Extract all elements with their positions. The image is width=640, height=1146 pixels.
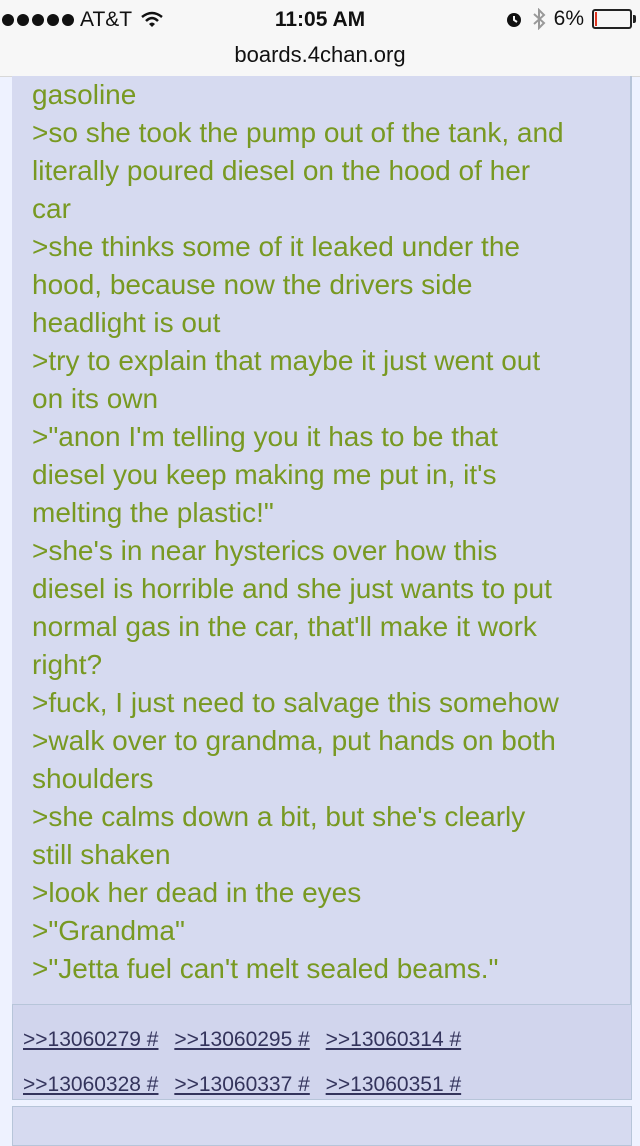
- battery-level: [595, 12, 597, 26]
- post-line: >fuck, I just need to salvage this someh…: [32, 687, 559, 718]
- reply-links: >>13060279 # >>13060295 # >>13060314 # >…: [23, 1017, 613, 1107]
- reply-link[interactable]: >>13060351 #: [326, 1073, 461, 1096]
- status-right: 6%: [504, 7, 636, 31]
- post-line: >she thinks some of it leaked under the: [32, 231, 520, 262]
- post-line: right?: [32, 649, 103, 680]
- url-text: boards.4chan.org: [234, 42, 406, 67]
- post-line: shoulders: [32, 763, 154, 794]
- battery-percent: 6%: [553, 7, 584, 30]
- post-line: diesel you keep making me put in, it's: [32, 459, 497, 490]
- post-line: >so she took the pump out of the tank, a…: [32, 117, 564, 148]
- post-line: normal gas in the car, that'll make it w…: [32, 611, 537, 642]
- post-line: >try to explain that maybe it just went …: [32, 345, 541, 376]
- reply-link[interactable]: >>13060328 #: [23, 1073, 158, 1096]
- post-line: on its own: [32, 383, 159, 414]
- post-line: >she's in near hysterics over how this: [32, 535, 498, 566]
- reply-link[interactable]: >>13060279 #: [23, 1028, 158, 1051]
- post-body: gasoline >so she took the pump out of the…: [12, 76, 632, 1004]
- post-line: >"anon I'm telling you it has to be that: [32, 421, 498, 452]
- post-line: >she calms down a bit, but she's clearly: [32, 801, 526, 832]
- reply-link[interactable]: >>13060337 #: [174, 1073, 309, 1096]
- reply-link[interactable]: >>13060295 #: [174, 1028, 309, 1051]
- post-line: >walk over to grandma, put hands on both: [32, 725, 556, 756]
- post-line: gasoline: [32, 79, 137, 110]
- post-replies: >>13060279 # >>13060295 # >>13060314 # >…: [12, 1004, 632, 1100]
- alarm-icon: [506, 13, 521, 27]
- post-line: diesel is horrible and she just wants to…: [32, 573, 552, 604]
- post-line: >"Jetta fuel can't melt sealed beams.": [32, 953, 499, 984]
- battery-icon: [592, 9, 636, 29]
- post-line: >look her dead in the eyes: [32, 877, 362, 908]
- next-post: [12, 1106, 632, 1146]
- post-line: headlight is out: [32, 307, 221, 338]
- post-line: melting the plastic!": [32, 497, 274, 528]
- address-bar[interactable]: boards.4chan.org: [0, 40, 640, 77]
- post-line: >"Grandma": [32, 915, 185, 946]
- bluetooth-icon: [532, 8, 546, 30]
- post-line: still shaken: [32, 839, 171, 870]
- reply-link[interactable]: >>13060314 #: [326, 1028, 461, 1051]
- status-bar: AT&T 11:05 AM 6%: [0, 0, 640, 40]
- post-line: literally poured diesel on the hood of h…: [32, 155, 531, 186]
- post-line: car: [32, 193, 71, 224]
- post-line: hood, because now the drivers side: [32, 269, 473, 300]
- post-message: gasoline >so she took the pump out of the…: [32, 76, 622, 988]
